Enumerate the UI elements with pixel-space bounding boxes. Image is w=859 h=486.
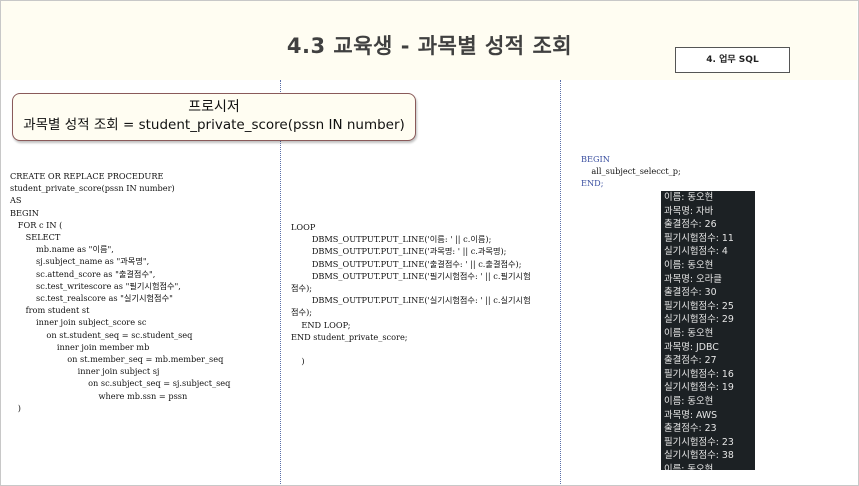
console-line: 과목명: 자바 <box>664 205 714 217</box>
console-line: 실기시험점수: 19 <box>664 382 734 394</box>
console-line: 출결점수: 23 <box>664 423 717 435</box>
code-line: inner join subject sj <box>10 366 160 377</box>
console-line: 이름: 동오현 <box>664 463 714 470</box>
code-line: FOR c IN ( <box>10 219 63 230</box>
code-line: sc.attend_score as "출결점수", <box>10 268 156 279</box>
console-line: 필기시험점수: 11 <box>664 232 734 244</box>
code-line: DBMS_OUTPUT.PUT_LINE('필기시험점수: ' || c.필기시… <box>291 270 531 281</box>
console-line: 실기시험점수: 4 <box>664 246 728 258</box>
code-line: BEGIN <box>10 207 39 218</box>
code-line: CREATE OR REPLACE PROCEDURE <box>10 171 164 181</box>
code-line: inner join member mb <box>10 341 150 352</box>
code-line: ) <box>291 356 305 367</box>
code-line: on sc.subject_seq = sj.subject_seq <box>10 378 231 389</box>
code-line: from student st <box>10 305 90 316</box>
exec-begin: BEGIN <box>581 154 610 164</box>
code-line: LOOP <box>291 222 316 232</box>
column-divider-2 <box>560 80 561 484</box>
code-line: on st.student_seq = sc.student_seq <box>10 329 193 340</box>
code-line: 점수); <box>291 283 313 294</box>
output-console: 이름: 동오현 과목명: 자바 출결점수: 26 필기시험점수: 11 실기시험점수: … <box>661 191 755 470</box>
code-line: END student_private_score; <box>291 331 408 342</box>
console-line: 필기시험점수: 16 <box>664 368 734 380</box>
procedure-box: 프로시저 과목별 성적 조회 = student_private_score(p… <box>12 93 416 141</box>
code-line: sc.test_realscore as "실기시험점수" <box>10 293 173 304</box>
console-line: 출결점수: 26 <box>664 219 717 231</box>
code-line: inner join subject_score sc <box>10 317 147 328</box>
exec-call: all_subject_selecct_p; <box>581 166 681 176</box>
console-line: 실기시험점수: 29 <box>664 314 734 326</box>
code-line: on st.member_seq = mb.member_seq <box>10 354 224 365</box>
console-line: 이름: 동오현 <box>664 395 714 407</box>
code-line: student_private_score(pssn IN number) <box>10 183 175 194</box>
procedure-code-left: CREATE OR REPLACE PROCEDURE student_priva… <box>10 170 230 414</box>
code-line: sc.test_writescore as "필기시험점수", <box>10 280 181 291</box>
console-line: 출결점수: 30 <box>664 287 717 299</box>
code-line: END LOOP; <box>291 319 351 330</box>
console-line: 필기시험점수: 25 <box>664 300 734 312</box>
console-line: 이름: 동오현 <box>664 192 714 203</box>
code-line: mb.name as "이름", <box>10 244 114 255</box>
console-line: 필기시험점수: 23 <box>664 436 734 448</box>
console-line: 실기시험점수: 38 <box>664 450 734 462</box>
code-line: SELECT <box>10 232 61 243</box>
code-line: DBMS_OUTPUT.PUT_LINE('실기시험점수: ' || c.실기시… <box>291 295 531 306</box>
exec-end: END; <box>581 178 604 188</box>
console-line: 과목명: 오라클 <box>664 273 722 285</box>
procedure-box-label: 프로시저 <box>188 99 240 115</box>
procedure-box-signature: 과목별 성적 조회 = student_private_score(pssn I… <box>23 117 405 133</box>
console-line: 과목명: JDBC <box>664 341 719 353</box>
code-line: AS <box>10 195 22 206</box>
code-line: sj.subject_name as "과목명", <box>10 256 150 267</box>
procedure-code-middle: LOOP DBMS_OUTPUT.PUT_LINE('이름: ' || c.이름… <box>291 221 531 367</box>
code-line: where mb.ssn = pssn <box>10 390 188 401</box>
code-line: DBMS_OUTPUT.PUT_LINE('출결점수: ' || c.출결점수)… <box>291 258 522 269</box>
console-line: 이름: 동오현 <box>664 259 714 271</box>
code-line: DBMS_OUTPUT.PUT_LINE('이름: ' || c.이름); <box>291 234 492 245</box>
console-line: 과목명: AWS <box>664 409 718 421</box>
console-line: 출결점수: 27 <box>664 355 717 367</box>
code-line: 점수); <box>291 307 313 318</box>
code-line: ) <box>10 402 22 413</box>
code-line: DBMS_OUTPUT.PUT_LINE('과목명: ' || c.과목명); <box>291 246 507 257</box>
console-line: 이름: 동오현 <box>664 327 714 339</box>
section-tag: 4. 업무 SQL <box>675 47 790 73</box>
